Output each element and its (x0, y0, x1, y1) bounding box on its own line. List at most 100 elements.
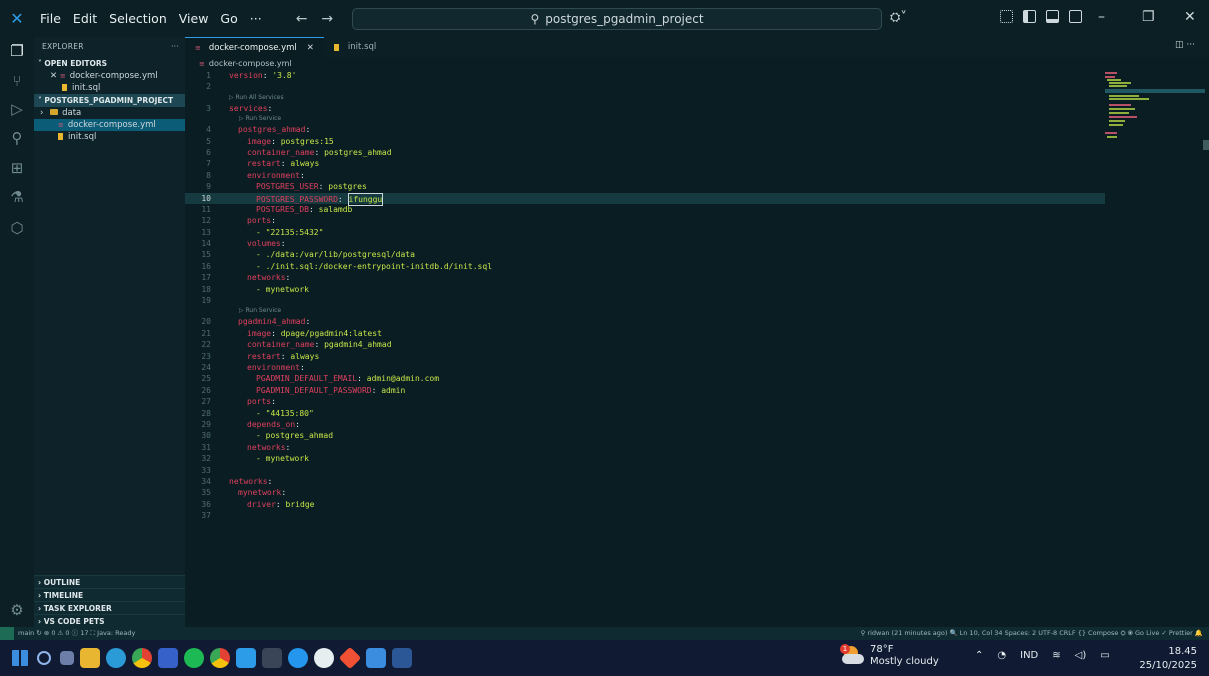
open-editor-init-sql[interactable]: init.sql (34, 82, 185, 94)
chevron-up-icon[interactable]: ⌃ (975, 650, 983, 661)
terminal-icon[interactable] (262, 648, 282, 668)
run-service-codelens[interactable]: ▷ Run Service (185, 114, 1105, 124)
editor-tabs: ≡ docker-compose.yml ✕ init.sql ◫ ··· (185, 37, 1209, 57)
sql-file-icon (62, 84, 67, 91)
toggle-panel-icon[interactable] (1046, 10, 1059, 23)
menu-file[interactable]: File (34, 0, 67, 37)
task-view-icon[interactable] (60, 651, 74, 665)
menu-go[interactable]: Go (214, 0, 243, 37)
weather-widget[interactable]: 1 78°F Mostly cloudy (840, 644, 939, 668)
explorer-icon[interactable]: ❐ (9, 43, 25, 59)
search-icon: ⚲ (530, 12, 540, 26)
command-center-search[interactable]: ⚲ postgres_pgadmin_project (352, 8, 882, 30)
github-icon[interactable] (314, 648, 334, 668)
restore-icon[interactable]: ❐ (1142, 9, 1155, 25)
windows-taskbar: 1 78°F Mostly cloudy ⌃ ◔ IND ≋ ◁) ▭ 18.4… (0, 640, 1209, 676)
weather-temp: 78°F (870, 644, 894, 655)
menu-selection[interactable]: Selection (103, 0, 173, 37)
copilot-icon[interactable]: ⛭˅ (890, 10, 907, 25)
clock[interactable]: 18.45 25/10/2025 (1139, 645, 1197, 673)
activity-bar: ❐ ⑂ ▷ ⚲ ⊞ ⚗ ⬡ ⚙ (0, 37, 34, 627)
status-bar: main ↻ ⊗ 0 ⚠ 0 ⓘ 17 ⛶ Java: Ready ⚲ ridw… (0, 627, 1209, 640)
yaml-file-icon: ≡ (199, 60, 205, 68)
timeline-section[interactable]: › TIMELINE (34, 588, 185, 601)
yaml-file-icon: ≡ (59, 72, 66, 80)
edge-icon[interactable] (106, 648, 126, 668)
open-editors-section[interactable]: ˅ OPEN EDITORS (34, 57, 185, 70)
status-right[interactable]: ⚲ ridwan (21 minutes ago) 🔍 Ln 10, Col 3… (861, 627, 1203, 640)
close-icon[interactable]: ✕ (1184, 9, 1196, 25)
clock-time: 18.45 (1168, 646, 1197, 657)
toggle-secondary-sidebar-icon[interactable] (1069, 10, 1082, 23)
run-service-codelens[interactable]: ▷ Run Service (185, 306, 1105, 316)
status-left[interactable]: main ↻ ⊗ 0 ⚠ 0 ⓘ 17 ⛶ Java: Ready (18, 627, 135, 640)
search-view-icon[interactable]: ⚲ (9, 130, 25, 146)
tab-init-sql[interactable]: init.sql (324, 37, 386, 57)
remote-indicator-icon[interactable] (0, 627, 14, 640)
yaml-file-icon: ≡ (58, 121, 64, 129)
current-line: 10 POSTGRES_PASSWORD: ifunggu (185, 192, 1105, 206)
sql-file-icon (58, 133, 63, 140)
explorer-more-icon[interactable]: ··· (171, 37, 179, 57)
testing-icon[interactable]: ⚗ (9, 189, 25, 205)
word-icon[interactable] (392, 648, 412, 668)
chrome-alt-icon[interactable] (210, 648, 230, 668)
breadcrumb[interactable]: ≡ docker-compose.yml (185, 57, 292, 70)
weather-desc: Mostly cloudy (870, 656, 939, 667)
forward-arrow-icon[interactable]: → (321, 11, 333, 27)
tree-file-init-sql[interactable]: init.sql (34, 131, 185, 143)
task-explorer-section[interactable]: › TASK EXPLORER (34, 601, 185, 614)
tree-file-docker-compose[interactable]: ≡ docker-compose.yml (34, 119, 185, 131)
sql-file-icon (333, 43, 339, 51)
toggle-primary-sidebar-icon[interactable] (1023, 10, 1036, 23)
battery-icon[interactable]: ▭ (1100, 650, 1109, 661)
yaml-file-icon: ≡ (195, 43, 201, 52)
start-icon[interactable] (12, 650, 28, 666)
weather-badge: 1 (840, 644, 850, 654)
customize-layout-icon[interactable] (1000, 10, 1013, 23)
tree-folder-data[interactable]: › data (34, 107, 185, 119)
menu-edit[interactable]: Edit (67, 0, 103, 37)
back-arrow-icon[interactable]: ← (296, 11, 308, 27)
volume-icon[interactable]: ◁) (1075, 650, 1087, 661)
run-debug-icon[interactable]: ▷ (9, 101, 25, 117)
vscode-logo-icon: ✕ (10, 9, 24, 28)
wifi-icon[interactable]: ≋ (1052, 650, 1060, 661)
settings-gear-icon[interactable]: ⚙ (9, 602, 25, 618)
project-section[interactable]: ˅ POSTGRES_PGADMIN_PROJECT (34, 94, 185, 107)
clock-date: 25/10/2025 (1139, 660, 1197, 671)
scrollbar-thumb[interactable] (1203, 140, 1209, 150)
minimap[interactable] (1105, 70, 1209, 160)
explorer-title: EXPLORER (42, 42, 84, 51)
explorer-sidebar: EXPLORER ··· ˅ OPEN EDITORS ✕ ≡ docker-co… (34, 37, 185, 627)
file-explorer-icon[interactable] (80, 648, 100, 668)
source-control-icon[interactable]: ⑂ (9, 73, 25, 89)
docker-icon[interactable] (288, 648, 308, 668)
extensions-icon[interactable]: ⊞ (9, 160, 25, 176)
vscode-pets-section[interactable]: › VS CODE PETS (34, 614, 185, 627)
folder-icon (50, 109, 59, 115)
search-taskbar-icon[interactable] (37, 651, 51, 665)
menu-view[interactable]: View (173, 0, 215, 37)
code-editor[interactable]: 1 version: '3.8' 2 ▷ Run All Services 3 se… (185, 70, 1105, 627)
minimize-icon[interactable]: – (1098, 9, 1105, 25)
spotify-icon[interactable] (184, 648, 204, 668)
split-editor-icon[interactable]: ◫ ··· (1175, 40, 1195, 50)
store-icon[interactable] (158, 648, 178, 668)
run-all-services-codelens[interactable]: ▷ Run All Services (185, 93, 1105, 103)
language-indicator[interactable]: IND (1020, 650, 1038, 661)
git-icon[interactable] (338, 646, 362, 670)
vscode-taskbar-icon[interactable] (236, 648, 256, 668)
outline-section[interactable]: › OUTLINE (34, 575, 185, 588)
title-bar: ✕ File Edit Selection View Go ··· ← → ⚲ … (0, 0, 1209, 37)
search-label: postgres_pgadmin_project (545, 12, 704, 26)
open-editor-docker-compose[interactable]: ✕ ≡ docker-compose.yml (34, 70, 185, 82)
tab-docker-compose[interactable]: ≡ docker-compose.yml ✕ (185, 37, 324, 57)
copilot-tray-icon[interactable]: ◔ (997, 650, 1006, 661)
tab-close-icon[interactable]: ✕ (307, 43, 314, 53)
chrome-icon[interactable] (132, 648, 152, 668)
close-editor-icon[interactable]: ✕ (50, 71, 60, 81)
photos-icon[interactable] (366, 648, 386, 668)
remote-explorer-icon[interactable]: ⬡ (9, 220, 25, 236)
menu-more[interactable]: ··· (244, 0, 268, 37)
